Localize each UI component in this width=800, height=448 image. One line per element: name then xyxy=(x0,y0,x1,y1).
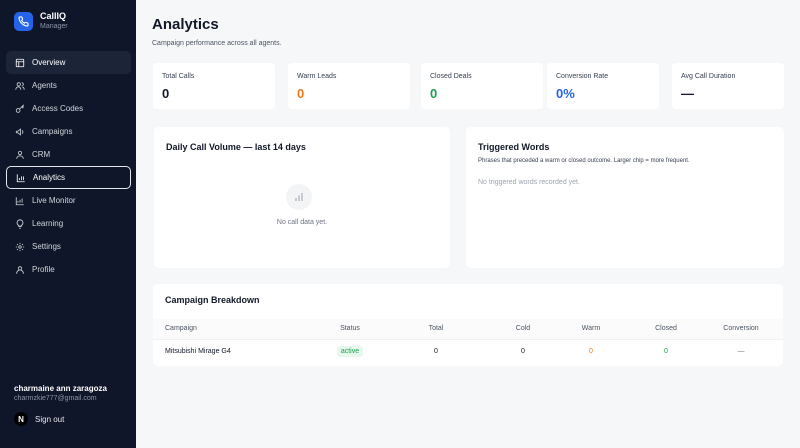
stat-value: — xyxy=(681,86,694,101)
brand[interactable]: CallIQ Manager xyxy=(14,11,68,32)
stat-label: Warm Leads xyxy=(297,73,337,80)
stat-label: Conversion Rate xyxy=(556,73,609,80)
stat-label: Closed Deals xyxy=(430,73,472,80)
sidebar-item-analytics[interactable]: Analytics xyxy=(6,166,131,189)
user-email: charmzkie777@gmail.com xyxy=(14,395,97,402)
avatar: N xyxy=(14,412,28,426)
stat-card-total-calls: Total Calls 0 xyxy=(153,63,275,109)
sidebar-item-label: Analytics xyxy=(33,173,66,182)
stat-card-conversion-rate: Conversion Rate 0% xyxy=(547,63,659,109)
sidebar-item-agents[interactable]: Agents xyxy=(6,74,131,97)
triggered-words-card: Triggered Words Phrases that preceded a … xyxy=(466,127,784,268)
user-info: charmaine ann zaragoza charmzkie777@gmai… xyxy=(14,384,107,402)
warm-cell: 0 xyxy=(589,347,593,355)
sidebar-item-label: Overview xyxy=(32,58,66,67)
column-header: Cold xyxy=(497,319,549,340)
stat-value: 0% xyxy=(556,86,575,101)
sidebar-item-profile[interactable]: Profile xyxy=(6,258,131,281)
page-title: Analytics xyxy=(152,16,219,33)
sidebar-item-label: Campaigns xyxy=(32,127,73,136)
sign-out-button[interactable]: N Sign out xyxy=(14,412,64,426)
sidebar-item-label: Agents xyxy=(32,81,57,90)
column-header: Warm xyxy=(549,319,633,340)
megaphone-icon xyxy=(15,127,25,137)
sidebar-item-label: Learning xyxy=(32,219,64,228)
column-header: Campaign xyxy=(153,319,325,340)
card-title: Daily Call Volume — last 14 days xyxy=(166,142,306,152)
lightbulb-icon xyxy=(15,218,25,229)
app-name: CallIQ xyxy=(40,11,67,21)
sidebar-item-label: Access Codes xyxy=(32,104,84,113)
status-cell: active xyxy=(325,339,375,363)
bar-chart-icon xyxy=(16,173,26,183)
app-role: Manager xyxy=(40,23,68,30)
sidebar-item-label: Profile xyxy=(32,265,55,274)
layout-icon xyxy=(15,58,25,68)
phone-icon xyxy=(14,12,33,31)
stat-card-warm-leads: Warm Leads 0 xyxy=(288,63,410,109)
user-icon xyxy=(15,265,25,275)
stat-value: 0 xyxy=(162,86,170,101)
sidebar-item-live-monitor[interactable]: Live Monitor xyxy=(6,189,131,212)
sidebar-item-label: Live Monitor xyxy=(32,196,76,205)
sidebar-item-crm[interactable]: CRM xyxy=(6,143,131,166)
table-header-row: Campaign Status Total Cold Warm Closed C… xyxy=(153,319,783,340)
main-content: Analytics Campaign performance across al… xyxy=(136,0,800,448)
closed-cell: 0 xyxy=(664,347,668,355)
sidebar-item-campaigns[interactable]: Campaigns xyxy=(6,120,131,143)
conversion-cell: — xyxy=(737,347,745,355)
stat-value: 0 xyxy=(297,86,305,101)
total-cell: 0 xyxy=(434,347,438,355)
card-description: Phrases that preceded a warm or closed o… xyxy=(478,158,690,164)
sidebar-item-overview[interactable]: Overview xyxy=(6,51,131,74)
column-header: Conversion xyxy=(699,319,783,340)
card-title: Triggered Words xyxy=(478,142,550,152)
stat-value: 0 xyxy=(430,86,438,101)
campaign-name: Mitsubishi Mirage G4 xyxy=(165,347,231,355)
status-badge: active xyxy=(336,345,364,357)
sidebar-item-label: Settings xyxy=(32,242,61,251)
sidebar-item-settings[interactable]: Settings xyxy=(6,235,131,258)
page-subtitle: Campaign performance across all agents. xyxy=(152,40,282,47)
column-header: Closed xyxy=(633,319,699,340)
sidebar-item-access-codes[interactable]: Access Codes xyxy=(6,97,131,120)
card-title: Campaign Breakdown xyxy=(165,295,260,305)
sidebar-nav: Overview Agents Access Codes Campaigns C… xyxy=(6,51,131,281)
gear-icon xyxy=(15,242,25,252)
sidebar: CallIQ Manager Overview Agents Access Co… xyxy=(0,0,136,448)
column-header: Total xyxy=(375,319,497,340)
sign-out-label: Sign out xyxy=(35,414,65,424)
stat-card-closed-deals: Closed Deals 0 xyxy=(421,63,543,109)
stat-label: Avg Call Duration xyxy=(681,73,736,80)
daily-call-volume-card: Daily Call Volume — last 14 days No call… xyxy=(154,127,450,268)
users-icon xyxy=(15,81,25,91)
cold-cell: 0 xyxy=(521,347,525,355)
monitor-icon xyxy=(15,196,25,206)
sidebar-item-learning[interactable]: Learning xyxy=(6,212,131,235)
campaign-breakdown-card: Campaign Breakdown Campaign Status Total… xyxy=(153,284,783,366)
user-name: charmaine ann zaragoza xyxy=(14,384,107,393)
table-row[interactable]: Mitsubishi Mirage G4 active 0 0 0 0 — xyxy=(153,339,783,363)
key-icon xyxy=(15,104,25,114)
empty-state-text: No triggered words recorded yet. xyxy=(478,179,580,186)
column-header: Status xyxy=(325,319,375,340)
sidebar-item-label: CRM xyxy=(32,150,51,159)
bar-chart-icon xyxy=(286,184,312,210)
campaign-table: Campaign Status Total Cold Warm Closed C… xyxy=(153,319,783,363)
stat-card-avg-call-duration: Avg Call Duration — xyxy=(672,63,784,109)
stat-label: Total Calls xyxy=(162,73,195,80)
empty-state-text: No call data yet. xyxy=(276,219,328,226)
crm-icon xyxy=(15,150,25,160)
